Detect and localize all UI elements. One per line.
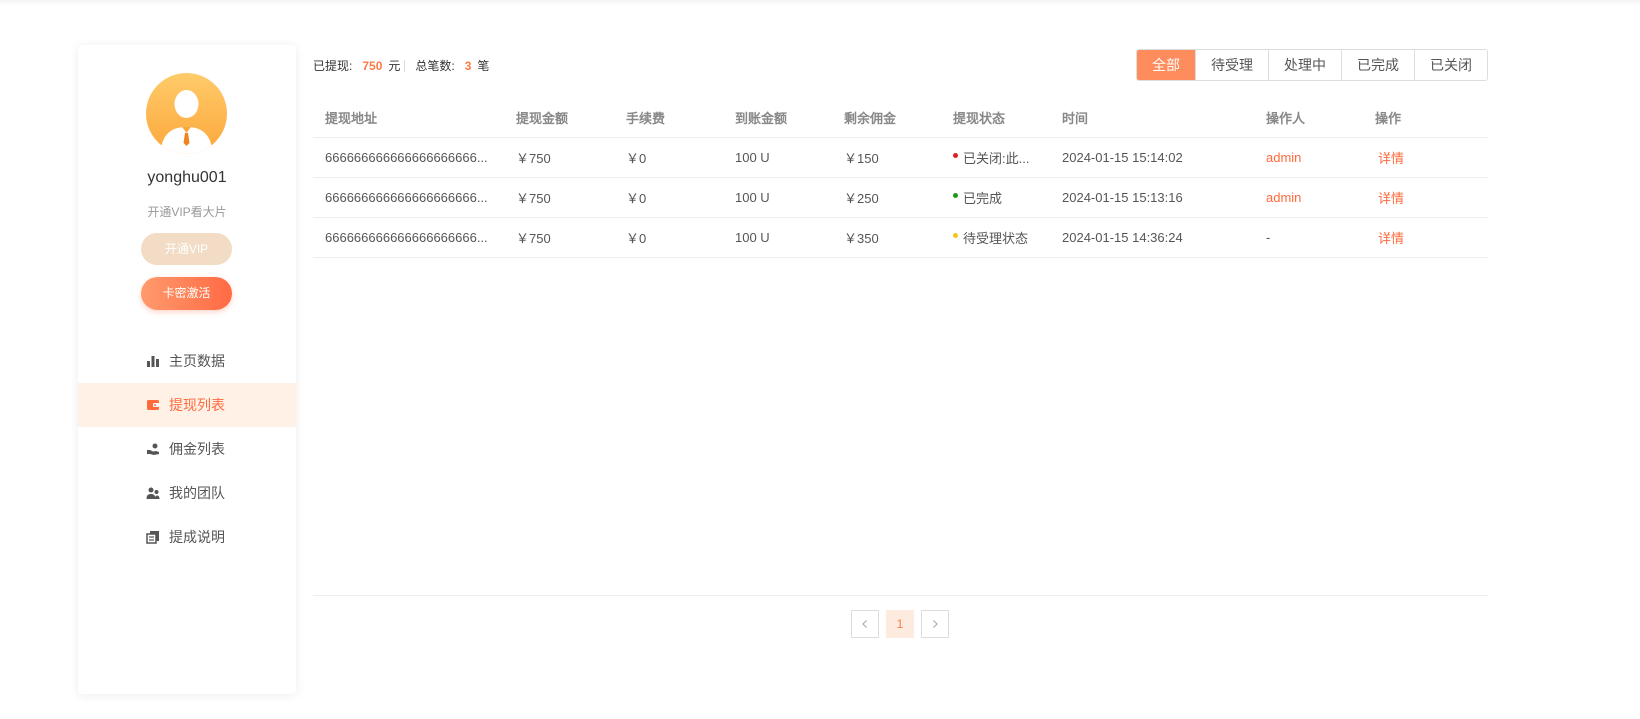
cell-operator: admin [1254,137,1363,178]
col-fee: 手续费 [614,98,723,138]
cell-status: 已关闭:此... [941,137,1050,178]
cell-time: 2024-01-15 15:13:16 [1050,177,1254,218]
top-bar [0,0,1640,6]
col-remaining: 剩余佣金 [832,98,941,138]
cell-time: 2024-01-15 15:14:02 [1050,137,1254,178]
filter-processing[interactable]: 处理中 [1268,50,1341,80]
detail-link[interactable]: 详情 [1375,151,1404,166]
cell-received: 100 U [723,217,832,258]
avatar[interactable] [146,73,227,154]
col-time: 时间 [1050,98,1254,138]
sidebar: yonghu001 开通VIP看大片 开通VIP 卡密激活 主页数据 提现列表 … [78,45,296,694]
next-page-button[interactable] [921,610,949,638]
sidebar-item-label: 提现列表 [169,397,225,413]
cell-amount: ￥750 [504,137,614,178]
cell-action: 详情 [1363,217,1488,258]
cell-address: 666666666666666666666... [313,217,504,258]
cell-amount: ￥750 [504,217,614,258]
page-number-current[interactable]: 1 [886,610,914,638]
detail-link[interactable]: 详情 [1375,191,1404,206]
cell-received: 100 U [723,177,832,218]
detail-link[interactable]: 详情 [1375,231,1404,246]
vip-slogan: 开通VIP看大片 [147,205,227,219]
cell-fee: ￥0 [614,177,723,218]
cell-remaining: ￥250 [832,177,941,218]
col-status: 提现状态 [941,98,1050,138]
filter-pending[interactable]: 待受理 [1195,50,1268,80]
status-dot [953,232,958,238]
withdrawn-unit: 元 [388,59,401,73]
col-amount: 提现金额 [504,98,614,138]
status-text: 待受理状态 [963,230,1029,246]
pagination: 1 [851,610,956,638]
open-vip-button[interactable]: 开通VIP [141,233,232,265]
card-activate-button[interactable]: 卡密激活 [141,277,232,310]
sidebar-item-label: 我的团队 [169,485,225,501]
cell-fee: ￥0 [614,137,723,178]
cell-fee: ￥0 [614,217,723,258]
hand-coin-icon [146,442,160,456]
cell-action: 详情 [1363,137,1488,178]
main-content: 已提现: 750 元 总笔数: 3 笔 全部 待受理 处理中 已完成 已关闭 提… [313,45,1488,645]
prev-page-button[interactable] [851,610,879,638]
sidebar-item-label: 提成说明 [169,529,225,545]
cell-status: 待受理状态 [941,217,1050,258]
withdraw-summary: 已提现: 750 元 总笔数: 3 笔 [313,57,489,74]
col-received: 到账金额 [723,98,832,138]
withdrawn-value: 750 [362,58,383,73]
withdraw-table: 提现地址 提现金额 手续费 到账金额 剩余佣金 提现状态 时间 操作人 操作 6… [313,98,1488,258]
username: yonghu001 [147,169,227,186]
col-action: 操作 [1363,98,1488,138]
sidebar-item-home-data[interactable]: 主页数据 [78,339,296,383]
sidebar-item-label: 佣金列表 [169,441,225,457]
sidebar-item-label: 主页数据 [169,353,225,369]
count-label: 总笔数: [415,59,455,73]
cell-remaining: ￥350 [832,217,941,258]
status-text: 已关闭:此... [963,150,1030,166]
col-address: 提现地址 [313,98,504,138]
withdrawn-label: 已提现: [313,59,353,73]
cell-received: 100 U [723,137,832,178]
filter-all[interactable]: 全部 [1137,50,1195,80]
cell-amount: ￥750 [504,177,614,218]
col-operator: 操作人 [1254,98,1363,138]
filter-completed[interactable]: 已完成 [1341,50,1414,80]
cell-address: 666666666666666666666... [313,177,504,218]
sidebar-menu: 主页数据 提现列表 佣金列表 我的团队 提成说明 [78,339,296,559]
count-unit: 笔 [477,59,490,73]
team-icon [146,486,160,500]
filter-closed[interactable]: 已关闭 [1414,50,1487,80]
status-filter-group: 全部 待受理 处理中 已完成 已关闭 [1136,49,1488,81]
cell-operator: - [1254,217,1363,258]
cell-status: 已完成 [941,177,1050,218]
status-dot [953,152,958,158]
document-icon [146,530,160,544]
table-row: 666666666666666666666... ￥750 ￥0 100 U ￥… [313,217,1488,258]
sidebar-item-commission-rules[interactable]: 提成说明 [78,515,296,559]
count-value: 3 [464,58,472,73]
sidebar-item-commission-list[interactable]: 佣金列表 [78,427,296,471]
table-row: 666666666666666666666... ￥750 ￥0 100 U ￥… [313,177,1488,218]
wallet-icon [146,398,160,412]
table-header-row: 提现地址 提现金额 手续费 到账金额 剩余佣金 提现状态 时间 操作人 操作 [313,98,1488,138]
cell-remaining: ￥150 [832,137,941,178]
table-row: 666666666666666666666... ￥750 ￥0 100 U ￥… [313,137,1488,178]
sidebar-item-my-team[interactable]: 我的团队 [78,471,296,515]
cell-time: 2024-01-15 14:36:24 [1050,217,1254,258]
status-dot [953,192,958,198]
chevron-left-icon [862,620,867,628]
user-avatar-icon [160,90,213,154]
bar-chart-icon [146,354,160,368]
cell-operator: admin [1254,177,1363,218]
summary-divider [404,59,406,72]
cell-action: 详情 [1363,177,1488,218]
cell-address: 666666666666666666666... [313,137,504,178]
status-text: 已完成 [963,190,1003,206]
chevron-right-icon [933,620,938,628]
sidebar-item-withdraw-list[interactable]: 提现列表 [78,383,296,427]
pagination-divider [313,595,1488,596]
